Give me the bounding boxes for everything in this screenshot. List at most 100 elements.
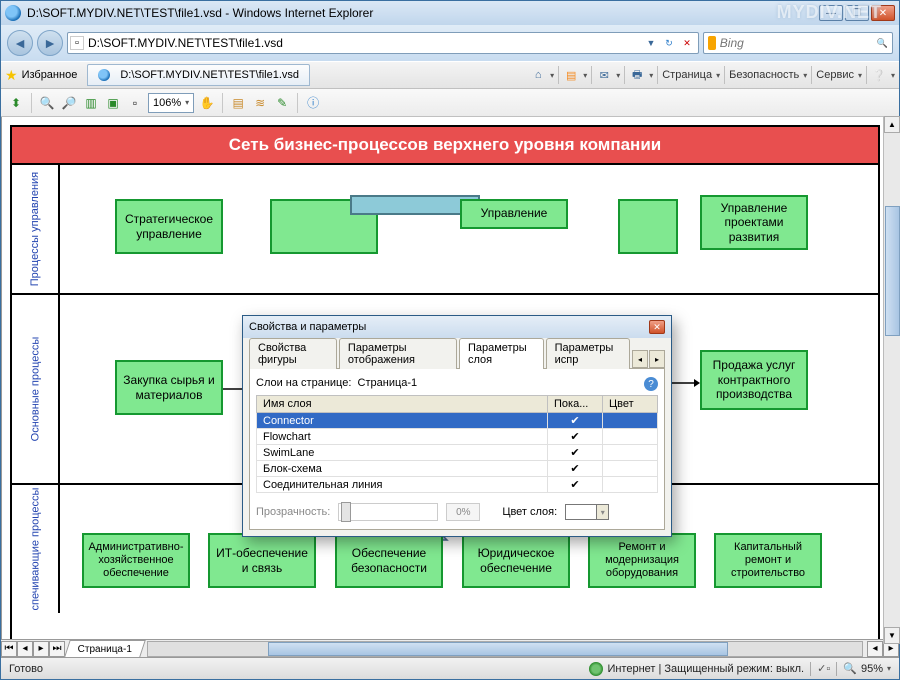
status-bar: Готово Интернет | Защищенный режим: выкл…: [1, 657, 899, 679]
horizontal-scrollbar[interactable]: [147, 641, 863, 657]
layers-label: Слои на странице: Страница-1: [256, 377, 658, 389]
show-checkbox[interactable]: ✔: [548, 461, 603, 477]
tab-scroll-left[interactable]: ◂: [632, 350, 648, 368]
vertical-scrollbar[interactable]: ▲ ▼: [883, 116, 900, 644]
scroll-thumb[interactable]: [268, 642, 728, 656]
opacity-slider[interactable]: [338, 503, 438, 521]
col-show[interactable]: Пока...: [548, 396, 603, 413]
scroll-up-button[interactable]: ▲: [884, 116, 900, 133]
home-icon[interactable]: ⌂: [530, 67, 546, 83]
document-area: Сеть бизнес-процессов верхнего уровня ко…: [1, 117, 899, 639]
process-box[interactable]: Продажа услуг контрактного производства: [700, 350, 808, 410]
scroll-down-button[interactable]: ▼: [884, 627, 900, 644]
process-box[interactable]: Закупка сырья и материалов: [115, 360, 223, 415]
layer-row[interactable]: Блок-схема✔: [257, 461, 658, 477]
forward-button[interactable]: ►: [37, 30, 63, 56]
back-button[interactable]: ◄: [7, 30, 33, 56]
next-page-button[interactable]: ▸: [33, 641, 49, 657]
scroll-left-button[interactable]: ◂: [867, 641, 883, 657]
zoom-combo[interactable]: 106%▾: [148, 93, 194, 113]
minimize-button[interactable]: —: [819, 5, 843, 21]
document-tab[interactable]: D:\SOFT.MYDIV.NET\TEST\file1.vsd: [87, 64, 310, 86]
refresh-button[interactable]: ↻: [660, 34, 678, 52]
address-dropdown[interactable]: ▼: [642, 34, 660, 52]
layer-color-label: Цвет слоя:: [502, 506, 557, 518]
maximize-button[interactable]: ❐: [845, 5, 869, 21]
window-title: D:\SOFT.MYDIV.NET\TEST\file1.vsd - Windo…: [27, 6, 817, 20]
process-box[interactable]: ИТ-обеспечение и связь: [208, 533, 316, 588]
arrow-tool-icon[interactable]: ⬍: [7, 94, 25, 112]
tab-markup-params[interactable]: Параметры испр: [546, 338, 630, 369]
process-box[interactable]: Управление: [460, 199, 568, 229]
tools-menu[interactable]: Сервис: [816, 69, 854, 81]
fit-page-icon[interactable]: ▣: [104, 94, 122, 112]
search-input[interactable]: [720, 36, 877, 50]
process-box[interactable]: [618, 199, 678, 254]
layer-color-picker[interactable]: ▾: [565, 504, 609, 520]
process-box[interactable]: Ремонт и модернизация оборудования: [588, 533, 696, 588]
page-icon[interactable]: ▫: [126, 94, 144, 112]
print-icon[interactable]: 🖶: [629, 67, 645, 83]
page-menu[interactable]: Страница: [662, 69, 712, 81]
layers-table: Имя слоя Пока... Цвет Connector✔ Flowcha…: [256, 395, 658, 493]
layers-icon[interactable]: ▤: [229, 94, 247, 112]
tab-panel: ? Слои на странице: Страница-1 Имя слоя …: [249, 368, 665, 530]
layer-row[interactable]: Flowchart✔: [257, 429, 658, 445]
show-checkbox[interactable]: ✔: [548, 413, 603, 429]
show-checkbox[interactable]: ✔: [548, 477, 603, 493]
search-box[interactable]: 🔍: [703, 32, 893, 54]
zoom-value: 106%: [153, 97, 181, 109]
help-icon[interactable]: ?: [644, 377, 658, 391]
dialog-titlebar[interactable]: Свойства и параметры ✕: [243, 316, 671, 338]
tab-display-params[interactable]: Параметры отображения: [339, 338, 457, 369]
help-icon[interactable]: ❔: [871, 67, 887, 83]
sheet-tab[interactable]: Страница-1: [64, 640, 146, 657]
layer-row[interactable]: Соединительная линия✔: [257, 477, 658, 493]
dialog-close-button[interactable]: ✕: [649, 320, 665, 334]
show-checkbox[interactable]: ✔: [548, 429, 603, 445]
protected-mode-toggle[interactable]: ✓▫: [817, 662, 830, 675]
address-bar[interactable]: ▫ ▼ ↻ ✕: [67, 32, 699, 54]
process-box[interactable]: Обеспечение безопасности: [335, 533, 443, 588]
hand-tool-icon[interactable]: ✋: [198, 94, 216, 112]
first-page-button[interactable]: ⏮: [1, 641, 17, 657]
process-box[interactable]: Капитальный ремонт и строительство: [714, 533, 822, 588]
close-button[interactable]: ✕: [871, 5, 895, 21]
tab-shape-properties[interactable]: Свойства фигуры: [249, 338, 337, 369]
zoom-icon[interactable]: 🔍: [843, 662, 857, 675]
address-input[interactable]: [88, 36, 642, 50]
feeds-icon[interactable]: ▤: [563, 67, 579, 83]
search-go[interactable]: 🔍: [877, 34, 888, 52]
zoom-out-icon[interactable]: 🔎: [60, 94, 78, 112]
layer-row[interactable]: Connector✔: [257, 413, 658, 429]
tab-layer-params[interactable]: Параметры слоя: [459, 338, 544, 369]
zoom-in-icon[interactable]: 🔍: [38, 94, 56, 112]
markup-icon[interactable]: ✎: [273, 94, 291, 112]
dialog-title: Свойства и параметры: [249, 321, 366, 333]
reviewing-icon[interactable]: ≋: [251, 94, 269, 112]
scroll-thumb[interactable]: [885, 206, 900, 336]
security-menu[interactable]: Безопасность: [729, 69, 799, 81]
mail-icon[interactable]: ✉: [596, 67, 612, 83]
layer-row[interactable]: SwimLane✔: [257, 445, 658, 461]
fit-width-icon[interactable]: ▥: [82, 94, 100, 112]
tab-scroll-right[interactable]: ▸: [649, 350, 665, 368]
stop-button[interactable]: ✕: [678, 34, 696, 52]
show-checkbox[interactable]: ✔: [548, 445, 603, 461]
prev-page-button[interactable]: ◂: [17, 641, 33, 657]
process-box[interactable]: Административно-хозяйственное обеспечени…: [82, 533, 190, 588]
page-icon: ▫: [70, 36, 84, 50]
favorites-label[interactable]: Избранное: [22, 69, 78, 81]
command-bar: ⌂▾ ▤▾ ✉▾ 🖶▾ Страница▾ Безопасность▾ Серв…: [530, 66, 895, 84]
process-box[interactable]: Управление проектами развития: [700, 195, 808, 250]
process-box[interactable]: Юридическое обеспечение: [462, 533, 570, 588]
col-color[interactable]: Цвет: [603, 396, 658, 413]
opacity-value: 0%: [446, 503, 480, 521]
zoom-dropdown[interactable]: ▾: [887, 664, 891, 673]
favorites-star-icon[interactable]: ★: [5, 67, 18, 84]
col-name[interactable]: Имя слоя: [257, 396, 548, 413]
ie-window: D:\SOFT.MYDIV.NET\TEST\file1.vsd - Windo…: [0, 0, 900, 680]
process-box[interactable]: Стратегическое управление: [115, 199, 223, 254]
last-page-button[interactable]: ⏭: [49, 641, 65, 657]
about-icon[interactable]: ⓘ: [304, 94, 322, 112]
